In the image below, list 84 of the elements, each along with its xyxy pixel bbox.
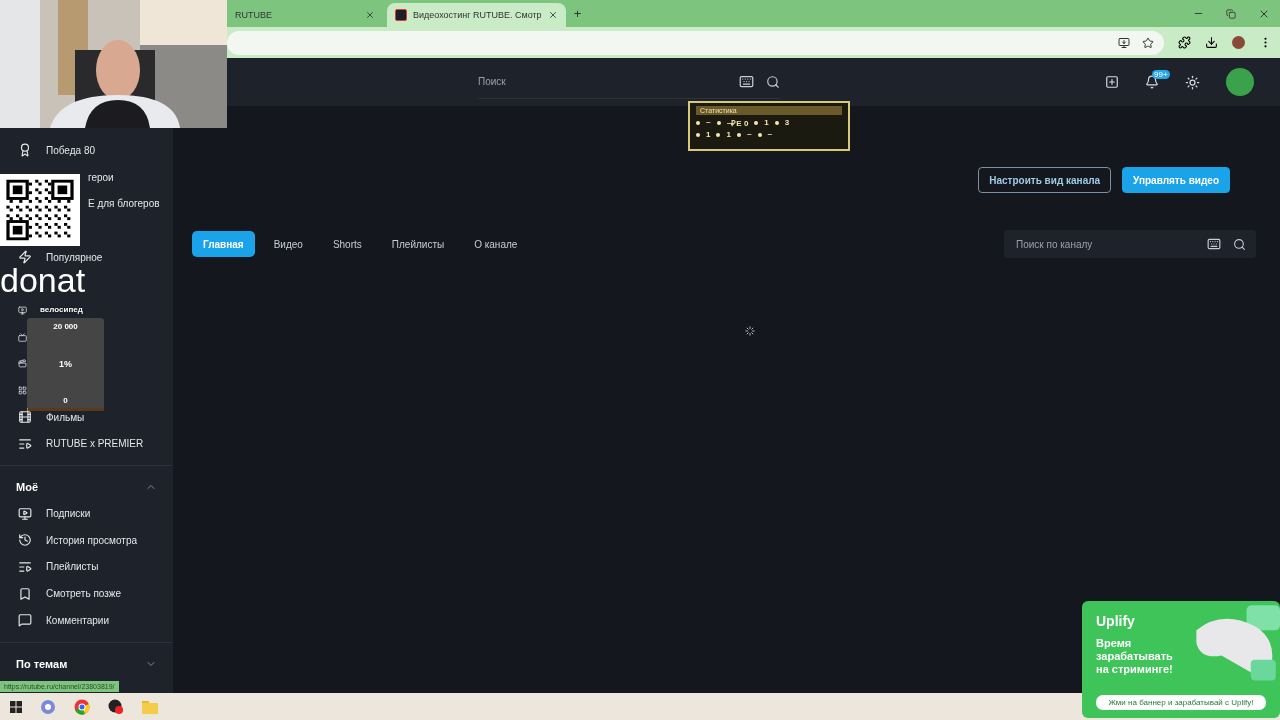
sidebar-item[interactable]: Е для блогеров xyxy=(88,198,160,210)
sidebar-item[interactable]: Фильмы xyxy=(46,411,85,423)
section-header[interactable]: Моё xyxy=(0,474,173,501)
medal-icon xyxy=(18,143,32,158)
stat-icon xyxy=(716,132,721,137)
goal-percent: 1% xyxy=(59,358,72,369)
sidebar-item[interactable]: Подписки xyxy=(46,508,91,520)
stat-value: 1 xyxy=(706,130,711,139)
sidebar-item[interactable]: Плейлисты xyxy=(46,561,99,573)
new-tab-button[interactable]: + xyxy=(573,6,582,21)
windows-icon[interactable] xyxy=(10,700,22,713)
browser-icon[interactable] xyxy=(74,698,90,715)
sidebar-item[interactable]: Смотреть позже xyxy=(46,588,122,600)
goal-target: 20 000 xyxy=(53,322,78,331)
film-icon xyxy=(18,410,32,425)
play-icon xyxy=(18,436,32,451)
profile-avatar[interactable] xyxy=(1232,36,1245,49)
comment-icon xyxy=(18,613,32,628)
sun-icon[interactable] xyxy=(1185,74,1200,90)
stat-icon xyxy=(754,120,759,125)
goal-title: велосипед xyxy=(40,305,83,314)
stat-value: ~ xyxy=(767,130,773,139)
browser-tab[interactable]: RUTUBE xyxy=(227,3,383,27)
channel-tab[interactable]: О канале xyxy=(463,231,529,257)
close-icon[interactable] xyxy=(365,10,375,20)
bell-icon[interactable] xyxy=(1145,75,1159,89)
ad-headline: Время зарабатывать на стриминге! xyxy=(1096,637,1174,677)
customize-channel-button[interactable]: Настроить вид канала xyxy=(978,167,1112,193)
keyboard-icon[interactable] xyxy=(739,74,754,89)
install-icon[interactable] xyxy=(1118,36,1130,49)
stat-icon xyxy=(736,132,741,137)
notification-badge: 99+ xyxy=(1152,70,1170,79)
sidebar-item[interactable]: RUTUBE x PREMIER xyxy=(46,438,144,450)
stat-icon xyxy=(696,132,700,137)
sidebar-item[interactable]: Победа 80 xyxy=(46,144,95,156)
stat-icon xyxy=(716,120,721,125)
keyboard-icon[interactable] xyxy=(1207,237,1221,251)
ad-banner[interactable]: Uplify Время зарабатывать на стриминге! Жми на баннер и зарабатывай с Uplify! xyxy=(1082,601,1280,718)
ad-button[interactable]: Жми на баннер и зарабатывай с Uplify! xyxy=(1096,695,1266,710)
close-icon[interactable] xyxy=(547,10,558,20)
history-icon xyxy=(18,533,32,548)
search-icon[interactable] xyxy=(766,74,780,89)
grid-icon xyxy=(18,386,27,396)
record-icon[interactable] xyxy=(108,698,124,715)
channel-tab[interactable]: Shorts xyxy=(321,231,373,257)
search-icon[interactable] xyxy=(1233,237,1246,251)
stat-icon xyxy=(774,120,779,125)
add-icon[interactable] xyxy=(1105,75,1119,89)
sidebar-item[interactable]: Популярное xyxy=(46,251,103,263)
puzzle-icon[interactable] xyxy=(1178,36,1191,49)
subscriptions-icon xyxy=(18,506,32,521)
stat-value: ~ xyxy=(746,130,752,139)
donat-label: donat xyxy=(0,268,86,292)
site-favicon xyxy=(395,9,407,21)
stat-icon xyxy=(757,132,762,137)
stat-value: 1 xyxy=(764,118,769,127)
channel-tab[interactable]: Плейлисты xyxy=(380,231,456,257)
channel-search-field[interactable]: Поиск по каналу xyxy=(1004,230,1256,258)
channel-tab[interactable]: Видео xyxy=(262,231,314,257)
search-field[interactable]: Поиск xyxy=(478,65,780,99)
playlist-icon xyxy=(18,559,32,574)
sidebar-item[interactable]: герои xyxy=(88,171,114,183)
messenger-icon[interactable] xyxy=(40,698,56,715)
sidebar-item[interactable]: Комментарии xyxy=(46,614,109,626)
ad-brand: Uplify xyxy=(1096,613,1136,629)
section-header[interactable]: По темам xyxy=(0,650,173,677)
stat-icon xyxy=(696,120,700,125)
stat-value: ~₽E 0 xyxy=(726,118,749,128)
stat-value: 1 xyxy=(726,130,731,139)
stat-value: ~ xyxy=(706,118,711,127)
goal-start: 0 xyxy=(63,396,68,405)
star-icon[interactable] xyxy=(1142,36,1154,49)
clapperboard-icon xyxy=(18,359,27,369)
tv-icon xyxy=(18,332,27,342)
download-icon[interactable] xyxy=(1205,36,1218,49)
user-avatar[interactable] xyxy=(1226,68,1254,96)
sidebar-item[interactable]: История просмотра xyxy=(46,534,137,546)
stat-value: 3 xyxy=(784,118,790,127)
video-icon xyxy=(18,305,27,315)
browser-tab[interactable]: Видеохостинг RUTUBE. Смотр xyxy=(387,3,566,27)
lightning-icon xyxy=(18,250,32,265)
restore-icon[interactable] xyxy=(1226,8,1236,19)
loading-icon xyxy=(745,326,755,336)
bookmark-icon xyxy=(18,586,32,601)
